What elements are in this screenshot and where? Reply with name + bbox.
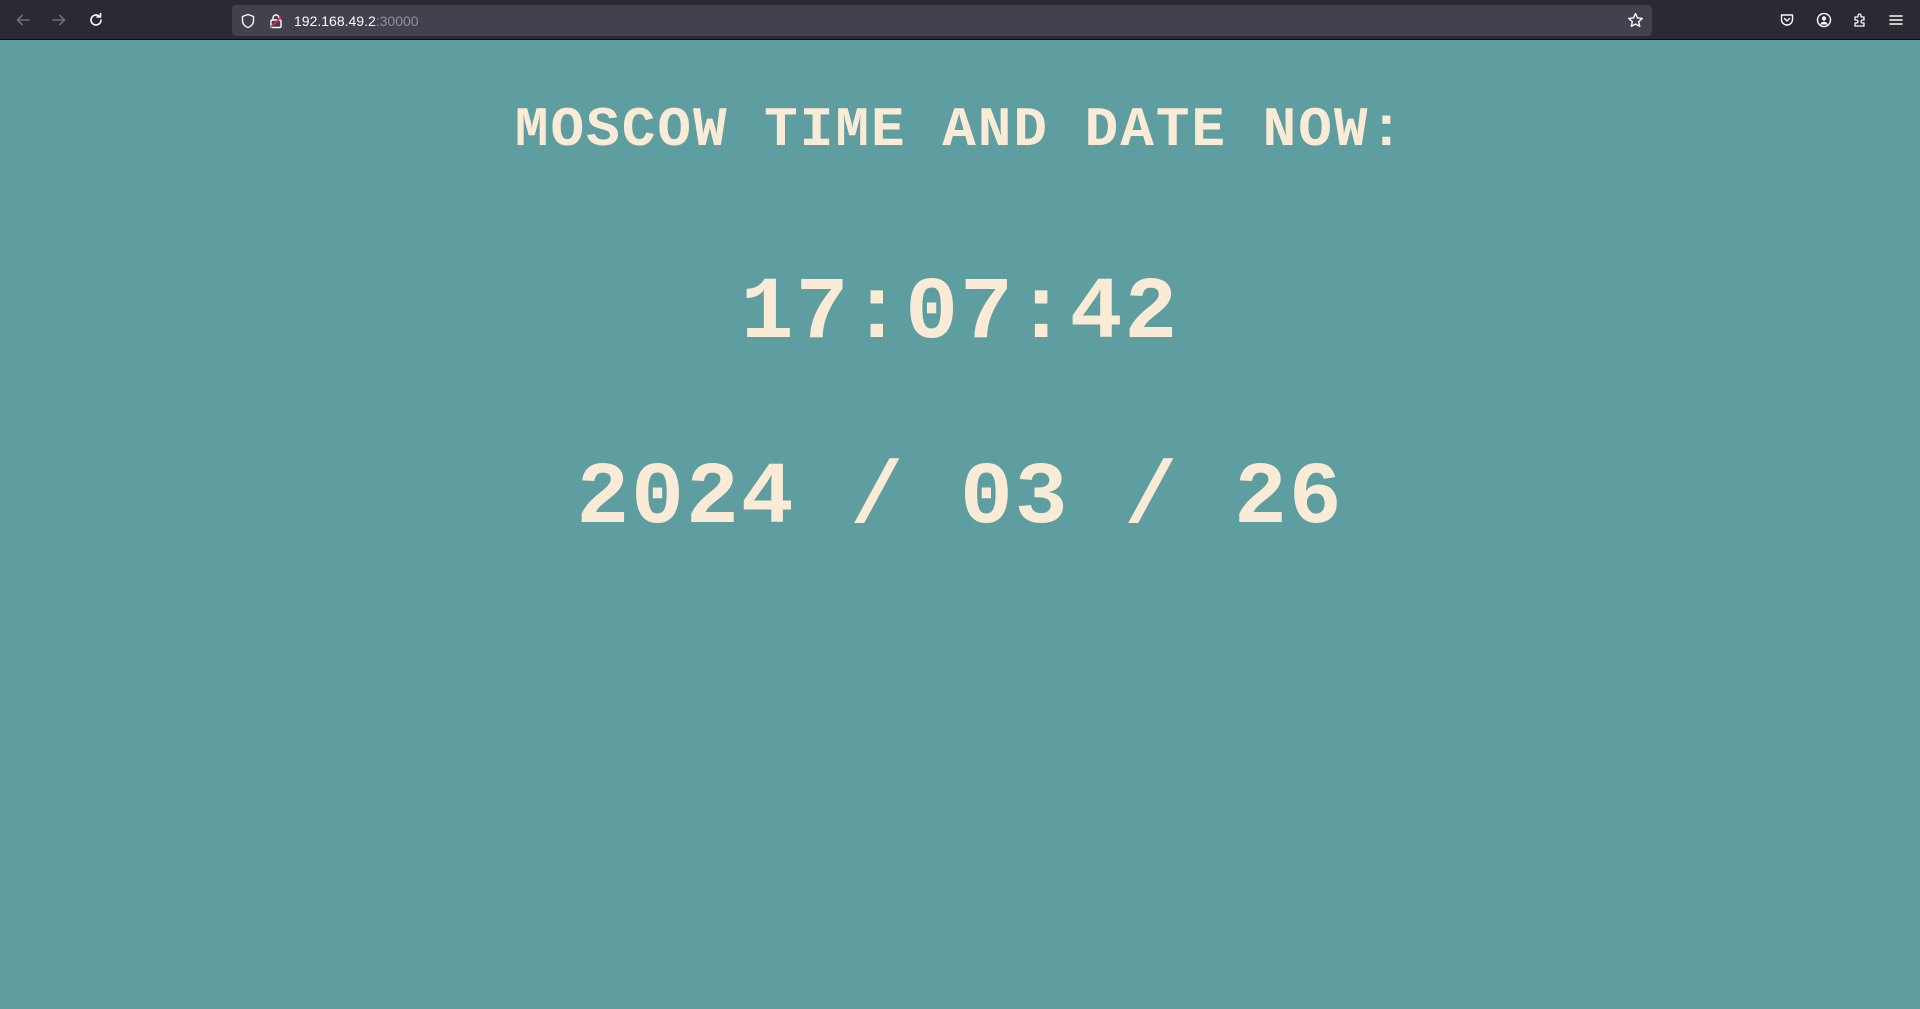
star-icon[interactable] <box>1627 12 1644 29</box>
page-content: MOSCOW TIME AND DATE NOW: 17:07:42 2024 … <box>0 40 1920 1009</box>
app-menu-button[interactable] <box>1884 8 1908 32</box>
reload-button[interactable] <box>84 8 108 32</box>
page-title: MOSCOW TIME AND DATE NOW: <box>514 98 1406 162</box>
extensions-button[interactable] <box>1848 8 1872 32</box>
account-icon <box>1816 12 1832 28</box>
url-host: 192.168.49.2 <box>294 13 376 29</box>
url-port: :30000 <box>375 13 419 29</box>
url-text[interactable]: 192.168.49.2:30000 <box>294 12 419 30</box>
hamburger-menu-icon <box>1889 15 1903 25</box>
arrow-right-icon <box>52 14 66 26</box>
pocket-button[interactable] <box>1775 8 1799 32</box>
forward-button[interactable] <box>47 8 71 32</box>
account-button[interactable] <box>1812 8 1836 32</box>
date-display: 2024 / 03 / 26 <box>576 450 1344 549</box>
reload-icon <box>90 12 102 26</box>
pocket-icon <box>1780 14 1794 26</box>
time-display: 17:07:42 <box>740 265 1180 364</box>
back-button[interactable] <box>11 8 35 32</box>
puzzle-icon <box>1854 13 1865 27</box>
url-bar[interactable]: 192.168.49.2:30000 <box>232 5 1652 36</box>
lock-icon[interactable] <box>268 13 284 29</box>
arrow-left-icon <box>16 14 30 26</box>
shield-icon[interactable] <box>240 13 256 29</box>
browser-toolbar: 192.168.49.2:30000 <box>0 0 1920 40</box>
